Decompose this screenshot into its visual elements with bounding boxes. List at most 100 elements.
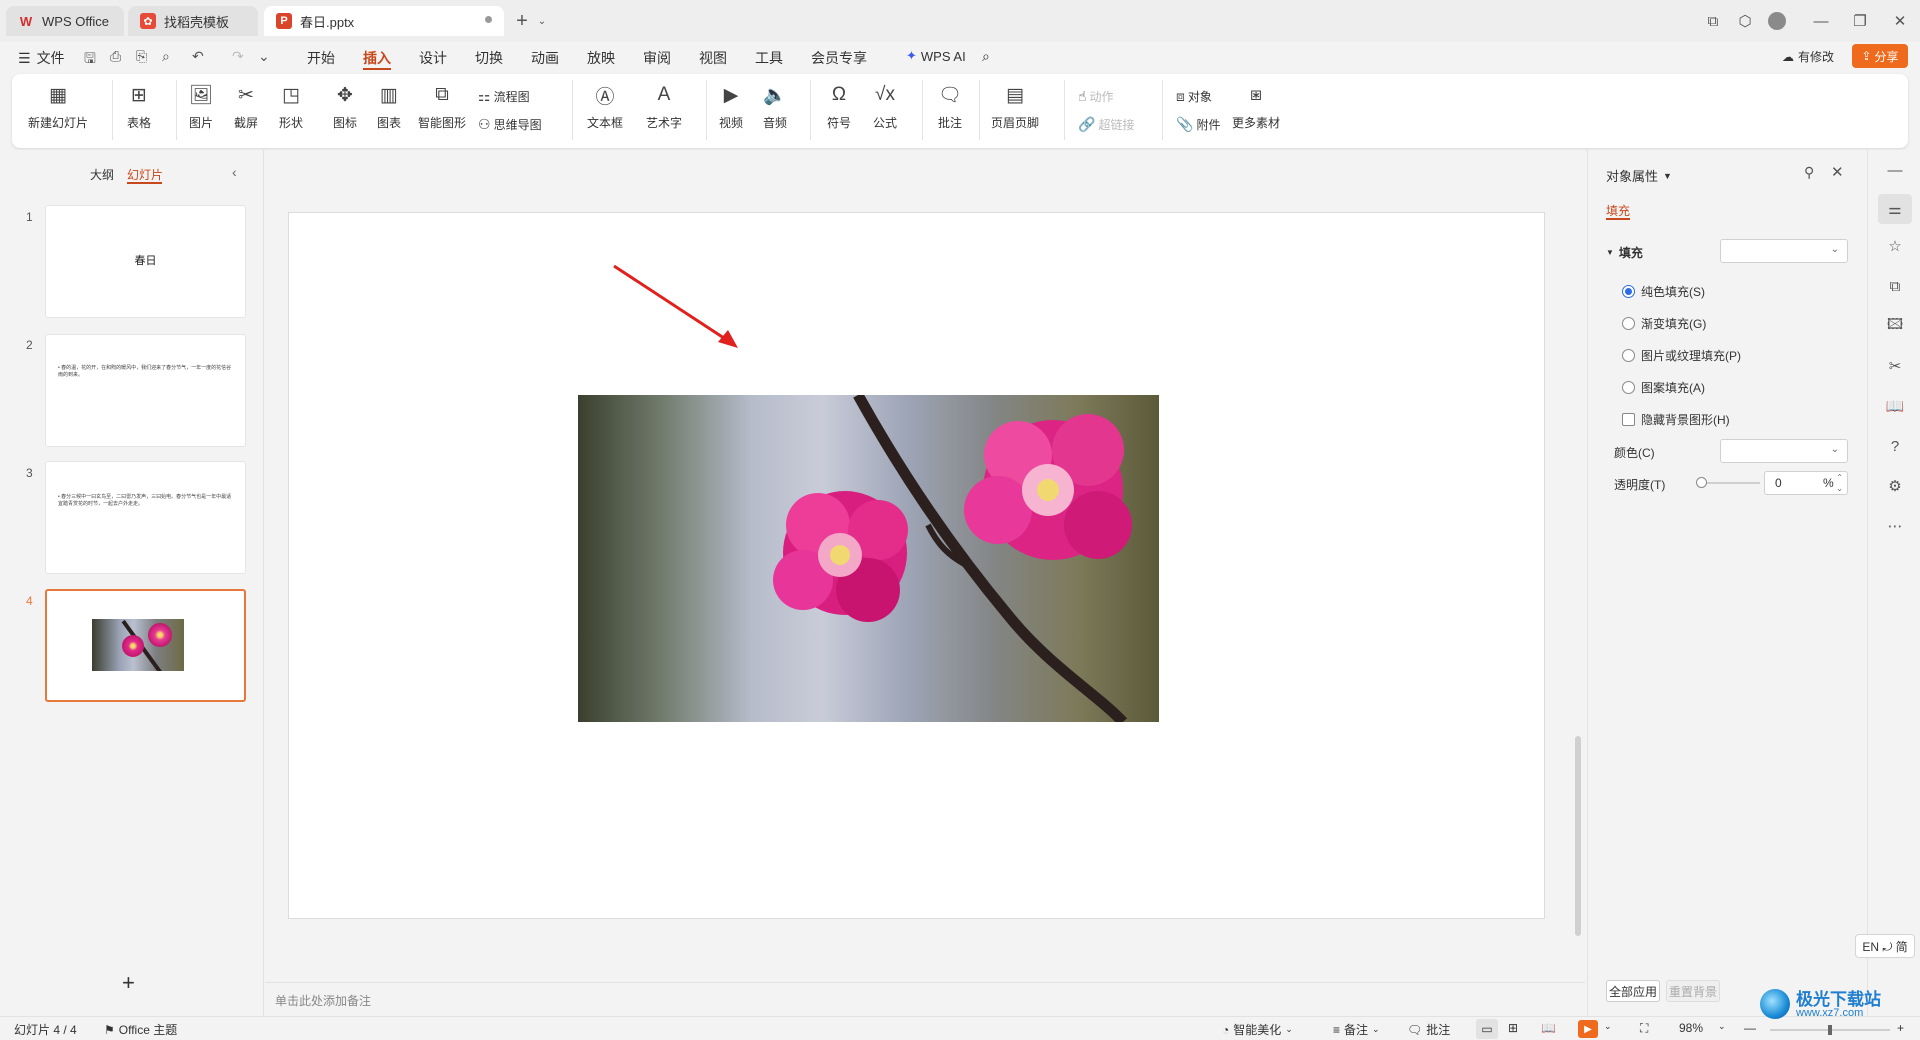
menu-animation[interactable]: 动画 xyxy=(531,48,559,68)
menu-insert[interactable]: 插入 xyxy=(363,48,391,68)
menu-member[interactable]: 会员专享 xyxy=(811,48,867,68)
more-quick-access-icon[interactable]: ⌄ xyxy=(258,48,270,65)
table-button[interactable]: ⊞ 表格 xyxy=(126,82,152,131)
book-icon[interactable]: 📖 xyxy=(1885,396,1905,416)
video-button[interactable]: ▶ 视频 xyxy=(718,82,744,131)
radio-solid-fill[interactable]: 纯色填充(S) xyxy=(1622,283,1705,300)
stepper-icon[interactable]: ⌃ ⌄ xyxy=(1836,472,1843,494)
panel-title-dropdown[interactable]: 对象属性 ▼ xyxy=(1606,166,1672,185)
zoom-out-icon[interactable]: — xyxy=(1744,1021,1756,1035)
reading-view-icon[interactable]: 📖 xyxy=(1541,1021,1556,1035)
slide-thumbnail-4[interactable] xyxy=(45,589,246,702)
textbox-button[interactable]: Ⓐ 文本框 xyxy=(587,82,623,131)
pin-icon[interactable]: ⚲ xyxy=(1804,164,1814,181)
help-icon[interactable]: ? xyxy=(1885,436,1905,456)
add-slide-button[interactable]: + xyxy=(122,970,135,996)
chart-button[interactable]: ▥ 图表 xyxy=(376,82,402,131)
avatar[interactable] xyxy=(1767,11,1787,31)
menu-tools[interactable]: 工具 xyxy=(755,48,783,68)
slide-thumbnail-2[interactable]: • 春的温，花的开，在和煦的暖风中，我们迎来了春分节气，一年一度的花信谷雨的到来… xyxy=(45,334,246,447)
radio-gradient-fill[interactable]: 渐变填充(G) xyxy=(1622,315,1706,332)
wps-ai-button[interactable]: ✦ WPS AI xyxy=(906,48,966,64)
print-icon[interactable]: ⎘ xyxy=(136,48,147,65)
radio-pattern-fill[interactable]: 图案填充(A) xyxy=(1622,379,1705,396)
tab-wps-office[interactable]: W WPS Office xyxy=(6,6,124,36)
hyperlink-button[interactable]: 🔗 超链接 xyxy=(1078,116,1134,133)
minimize-icon[interactable]: — xyxy=(1811,11,1831,31)
slideshow-options-icon[interactable]: ⌄ xyxy=(1604,1021,1612,1032)
wordart-button[interactable]: A 艺术字 xyxy=(646,82,682,131)
symbol-button[interactable]: Ω 符号 xyxy=(826,82,852,131)
tab-slides[interactable]: 幻灯片 xyxy=(127,166,163,183)
unsaved-dot-icon[interactable] xyxy=(485,16,492,23)
restore-icon[interactable]: ❐ xyxy=(1850,11,1870,31)
smart-art-button[interactable]: ⧉ 智能图形 xyxy=(418,82,466,131)
zoom-level[interactable]: 98% xyxy=(1679,1021,1703,1035)
tab-fill[interactable]: 填充 xyxy=(1606,202,1630,219)
new-slide-button[interactable]: ▦ 新建幻灯片 xyxy=(28,82,88,131)
search-icon[interactable]: ⌕ xyxy=(982,48,990,65)
audio-button[interactable]: 🔈 音频 xyxy=(762,82,788,131)
grid-view-icon[interactable]: ⊞ xyxy=(1508,1021,1518,1035)
slide-thumbnail-3[interactable]: • 春分三候中一曰玄鸟至，二曰雷乃发声，三曰始电。春分节气也是一年中最适宜踏青赏… xyxy=(45,461,246,574)
export-icon[interactable]: ⎙ xyxy=(110,48,121,65)
close-icon[interactable]: ✕ xyxy=(1890,11,1910,31)
star-icon[interactable]: ☆ xyxy=(1885,236,1905,256)
zoom-slider[interactable] xyxy=(1770,1025,1890,1035)
save-icon[interactable]: 🖫 xyxy=(84,48,96,72)
mindmap-button[interactable]: ⚇ 思维导图 xyxy=(478,116,542,133)
scrollbar-thumb[interactable] xyxy=(1575,736,1581,936)
normal-view-icon[interactable]: ▭ xyxy=(1476,1019,1498,1039)
action-button[interactable]: ☝ 动作 xyxy=(1078,88,1114,105)
ime-indicator[interactable]: EN ⤾ 简 xyxy=(1855,934,1915,958)
transparency-input[interactable]: 0 % ⌃ ⌄ xyxy=(1764,471,1848,495)
slider-handle[interactable] xyxy=(1696,477,1707,488)
close-panel-icon[interactable]: ✕ xyxy=(1831,163,1844,181)
reset-background-button[interactable]: 重置背景 xyxy=(1666,980,1720,1002)
comment-button[interactable]: 🗨 批注 xyxy=(937,82,963,131)
collapse-icon[interactable]: — xyxy=(1885,160,1905,180)
file-menu[interactable]: ☰ 文件 xyxy=(18,48,65,68)
icon-button[interactable]: ✥ 图标 xyxy=(332,82,358,131)
flowchart-button[interactable]: ⚏ 流程图 xyxy=(478,88,530,105)
menu-slideshow[interactable]: 放映 xyxy=(587,48,615,68)
comments-toggle[interactable]: 🗨 批注 xyxy=(1407,1021,1450,1038)
properties-sliders-icon[interactable]: ⚌ xyxy=(1878,194,1912,224)
fill-section-header[interactable]: ▼ 填充 xyxy=(1606,244,1643,261)
tab-list-chevron-icon[interactable]: ⌄ xyxy=(532,11,552,31)
tab-document[interactable]: P 春日.pptx xyxy=(264,6,504,36)
share-button[interactable]: ⇪ 分享 xyxy=(1852,44,1908,68)
attachment-button[interactable]: 📎 附件 xyxy=(1176,116,1220,133)
collapse-panel-icon[interactable]: ‹ xyxy=(232,164,237,180)
more-material-button[interactable]: ⧆ 更多素材 xyxy=(1232,82,1280,131)
copy-format-icon[interactable]: ⧉ xyxy=(1885,276,1905,296)
apply-all-button[interactable]: 全部应用 xyxy=(1606,980,1660,1002)
notes-area[interactable]: 单击此处添加备注 xyxy=(265,982,1585,1016)
play-slideshow-button[interactable]: ▶ xyxy=(1578,1020,1598,1038)
plum-blossom-picture[interactable] xyxy=(578,395,1159,722)
slide-4[interactable] xyxy=(288,212,1545,919)
tab-docer[interactable]: ✿ 找稻壳模板 xyxy=(128,6,258,36)
fill-type-select[interactable]: ⌄ xyxy=(1720,239,1848,263)
picture-button[interactable]: 🖼 图片 xyxy=(188,82,214,131)
menu-start[interactable]: 开始 xyxy=(307,48,335,68)
slide-thumbnail-1[interactable]: 春日 xyxy=(45,205,246,318)
notes-toggle[interactable]: ≡ 备注 ⌄ xyxy=(1333,1021,1380,1038)
transparency-slider[interactable] xyxy=(1696,477,1760,488)
zoom-options-icon[interactable]: ⌄ xyxy=(1718,1021,1726,1032)
cube-icon[interactable]: ⬡ xyxy=(1735,11,1755,31)
hide-background-checkbox[interactable]: 隐藏背景图形(H) xyxy=(1622,411,1730,428)
picture-edit-icon[interactable]: 🖾 xyxy=(1885,316,1905,336)
undo-icon[interactable]: ↶ xyxy=(192,48,204,65)
fit-window-icon[interactable]: ⛶ xyxy=(1640,1021,1648,1036)
formula-button[interactable]: √x 公式 xyxy=(872,82,898,131)
settings-icon[interactable]: ⚙ xyxy=(1885,476,1905,496)
window-layout-icon[interactable]: ⧉ xyxy=(1703,11,1723,31)
smart-beautify-button[interactable]: ◔ 智能美化 ⌄ xyxy=(1222,1021,1293,1038)
menu-review[interactable]: 审阅 xyxy=(643,48,671,68)
menu-design[interactable]: 设计 xyxy=(419,48,447,68)
object-button[interactable]: ⧈ 对象 xyxy=(1176,88,1212,105)
tab-outline[interactable]: 大纲 xyxy=(90,166,114,183)
menu-transition[interactable]: 切换 xyxy=(475,48,503,68)
menu-view[interactable]: 视图 xyxy=(699,48,727,68)
